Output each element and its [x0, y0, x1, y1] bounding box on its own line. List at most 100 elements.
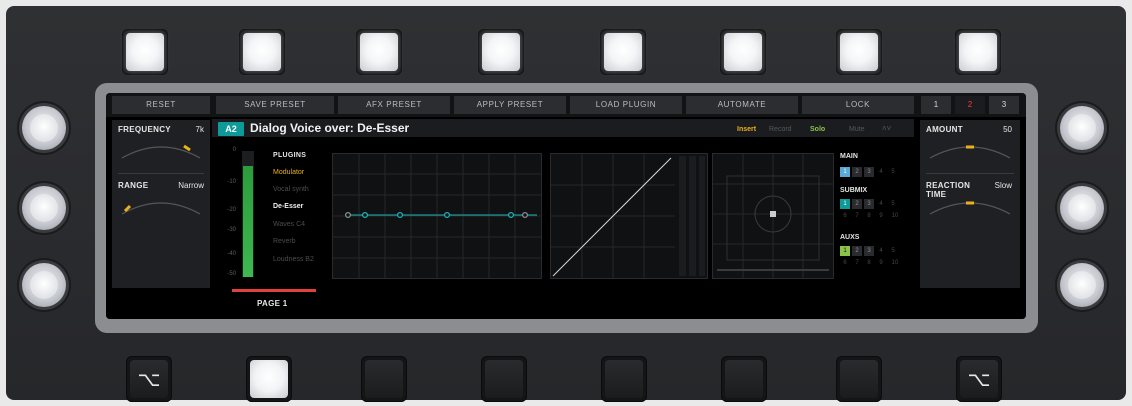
soft-key-bottom-6[interactable]	[721, 356, 767, 402]
key-face	[725, 360, 763, 398]
submix-bus-7[interactable]: 7	[852, 211, 862, 221]
key-face	[840, 360, 878, 398]
soft-key-6[interactable]	[720, 29, 766, 75]
meter-tick: -20	[227, 207, 236, 213]
aux-bus-7[interactable]: 7	[852, 258, 862, 268]
knob-left-2[interactable]	[22, 186, 66, 230]
aux-bus-1[interactable]: 1	[840, 246, 850, 256]
submix-bus-6[interactable]: 6	[840, 211, 850, 221]
submix-bus-2[interactable]: 2	[852, 199, 862, 209]
frequency-label: FREQUENCY	[118, 125, 171, 134]
aux-bus-9[interactable]: 9	[876, 258, 886, 268]
range-arc[interactable]	[118, 194, 204, 218]
mute-button[interactable]: Mute	[849, 126, 865, 133]
knob-right-3[interactable]	[1060, 263, 1104, 307]
plugin-item[interactable]: Vocal synth	[273, 186, 309, 193]
page-tab-2[interactable]: 2	[955, 96, 985, 114]
soft-key-4[interactable]	[478, 29, 524, 75]
key-light	[250, 360, 288, 398]
plugin-item-selected[interactable]: De-Esser	[273, 203, 303, 210]
insert-button[interactable]: Insert	[737, 126, 756, 133]
submix-bus-9[interactable]: 9	[876, 211, 886, 221]
reaction-time-arc[interactable]	[926, 194, 1014, 218]
meter-fill	[243, 166, 253, 277]
aux-bus-6[interactable]: 6	[840, 258, 850, 268]
knob-right-2[interactable]	[1060, 186, 1104, 230]
panel-divider	[118, 173, 204, 174]
page-tab-3[interactable]: 3	[989, 96, 1019, 114]
channel-badge: A2	[218, 122, 244, 136]
main-bus-5[interactable]: 5	[888, 167, 898, 177]
plugin-item[interactable]: Waves C4	[273, 221, 305, 228]
submix-bus-1[interactable]: 1	[840, 199, 850, 209]
option-key-icon: ⌥	[967, 367, 991, 391]
soft-key-3[interactable]	[356, 29, 402, 75]
expand-chevron-icon[interactable]: ˄˅	[882, 124, 891, 133]
function-key-left[interactable]: ⌥	[126, 356, 172, 402]
function-key-right[interactable]: ⌥	[956, 356, 1002, 402]
aux-bus-2[interactable]: 2	[852, 246, 862, 256]
aux-bus-3[interactable]: 3	[864, 246, 874, 256]
key-light	[604, 33, 642, 71]
submix-bus-5[interactable]: 5	[888, 199, 898, 209]
soft-key-2[interactable]	[239, 29, 285, 75]
knob-left-1[interactable]	[22, 106, 66, 150]
knob-left-3[interactable]	[22, 263, 66, 307]
plugin-item[interactable]: Modulator	[273, 169, 304, 176]
main-bus-1[interactable]: 1	[840, 167, 850, 177]
page-label[interactable]: PAGE 1	[257, 299, 288, 308]
knob-cap	[30, 194, 58, 222]
submix-bus-3[interactable]: 3	[864, 199, 874, 209]
soft-key-7[interactable]	[836, 29, 882, 75]
soft-key-bottom-4[interactable]	[481, 356, 527, 402]
meter-tick: -10	[227, 179, 236, 185]
submix-bus-10[interactable]: 10	[888, 211, 902, 221]
channel-header	[212, 99, 906, 115]
meter-track	[242, 151, 254, 277]
frequency-arc[interactable]	[118, 138, 204, 162]
submix-bus-8[interactable]: 8	[864, 211, 874, 221]
frequency-value: 7k	[195, 125, 204, 134]
solo-button[interactable]: Solo	[810, 126, 825, 133]
record-button[interactable]: Record	[769, 126, 792, 133]
plugin-item[interactable]: Reverb	[273, 238, 296, 245]
key-face	[485, 360, 523, 398]
knob-cap	[30, 271, 58, 299]
key-light	[243, 33, 281, 71]
soft-key-bottom-2[interactable]	[246, 356, 292, 402]
main-bus-2[interactable]: 2	[852, 167, 862, 177]
soft-key-bottom-3[interactable]	[361, 356, 407, 402]
soft-key-bottom-5[interactable]	[601, 356, 647, 402]
main-bus-label: MAIN	[840, 153, 858, 160]
soft-key-8[interactable]	[955, 29, 1001, 75]
aux-bus-8[interactable]: 8	[864, 258, 874, 268]
dynamics-graph[interactable]	[550, 153, 708, 279]
channel-title: Dialog Voice over: De-Esser	[250, 121, 410, 135]
soft-key-5[interactable]	[600, 29, 646, 75]
knob-cap	[30, 114, 58, 142]
amount-arc[interactable]	[926, 138, 1014, 162]
submix-bus-4[interactable]: 4	[876, 199, 886, 209]
amount-label: AMOUNT	[926, 125, 963, 134]
aux-bus-4[interactable]: 4	[876, 246, 886, 256]
knob-cap	[1068, 271, 1096, 299]
soft-key-bottom-7[interactable]	[836, 356, 882, 402]
aux-bus-5[interactable]: 5	[888, 246, 898, 256]
page-indicator	[232, 289, 316, 292]
meter-tick: 0	[232, 147, 236, 153]
key-face	[365, 360, 403, 398]
main-bus-4[interactable]: 4	[876, 167, 886, 177]
key-light	[126, 33, 164, 71]
panner-graph[interactable]	[712, 153, 834, 279]
reset-button[interactable]: RESET	[112, 96, 210, 114]
eq-graph[interactable]	[332, 153, 542, 279]
knob-right-1[interactable]	[1060, 106, 1104, 150]
soft-key-1[interactable]	[122, 29, 168, 75]
key-light	[959, 33, 997, 71]
page-tab-1[interactable]: 1	[921, 96, 951, 114]
right-param-panel: AMOUNT 50 REACTION TIME Slow	[920, 120, 1020, 288]
key-face	[605, 360, 643, 398]
aux-bus-10[interactable]: 10	[888, 258, 902, 268]
main-bus-3[interactable]: 3	[864, 167, 874, 177]
plugin-item[interactable]: Loudness B2	[273, 256, 314, 263]
